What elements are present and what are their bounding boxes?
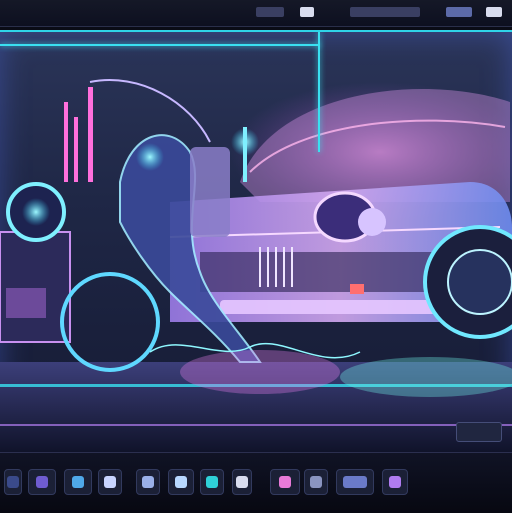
pen-button[interactable] (98, 469, 122, 495)
image-icon (175, 476, 187, 488)
link-button[interactable] (232, 469, 252, 495)
globe-icon (206, 476, 218, 488)
layers-icon (36, 476, 48, 488)
tab-icon[interactable] (350, 7, 420, 17)
panel-icon (7, 476, 19, 488)
menu-icon[interactable] (256, 7, 284, 17)
export-icon (389, 476, 401, 488)
frame-button[interactable] (304, 469, 328, 495)
shape-button[interactable] (136, 469, 160, 495)
viewport-controls[interactable] (456, 422, 502, 442)
panel-button[interactable] (4, 469, 22, 495)
frame-icon (310, 476, 322, 488)
search-icon[interactable] (446, 7, 472, 17)
bottom-toolbar (0, 452, 512, 513)
selection-frame-top (0, 44, 320, 46)
brush-button[interactable] (64, 469, 92, 495)
shape-icon (142, 476, 154, 488)
link-icon (236, 476, 248, 488)
layers-button[interactable] (28, 469, 56, 495)
globe-button[interactable] (200, 469, 224, 495)
text-icon (343, 476, 367, 488)
brush-icon (72, 476, 84, 488)
selection-frame-side (318, 32, 320, 152)
shapes-icon (279, 476, 291, 488)
neon-car-artwork (0, 79, 512, 452)
top-bar (0, 0, 512, 27)
window-icon[interactable] (300, 7, 314, 17)
tool-dock (0, 463, 512, 499)
export-button[interactable] (382, 469, 408, 495)
canvas-viewport[interactable] (0, 30, 512, 452)
shapes-button[interactable] (270, 469, 300, 495)
image-button[interactable] (168, 469, 194, 495)
text-button[interactable] (336, 469, 374, 495)
close-icon[interactable] (486, 7, 502, 17)
pen-icon (104, 476, 116, 488)
